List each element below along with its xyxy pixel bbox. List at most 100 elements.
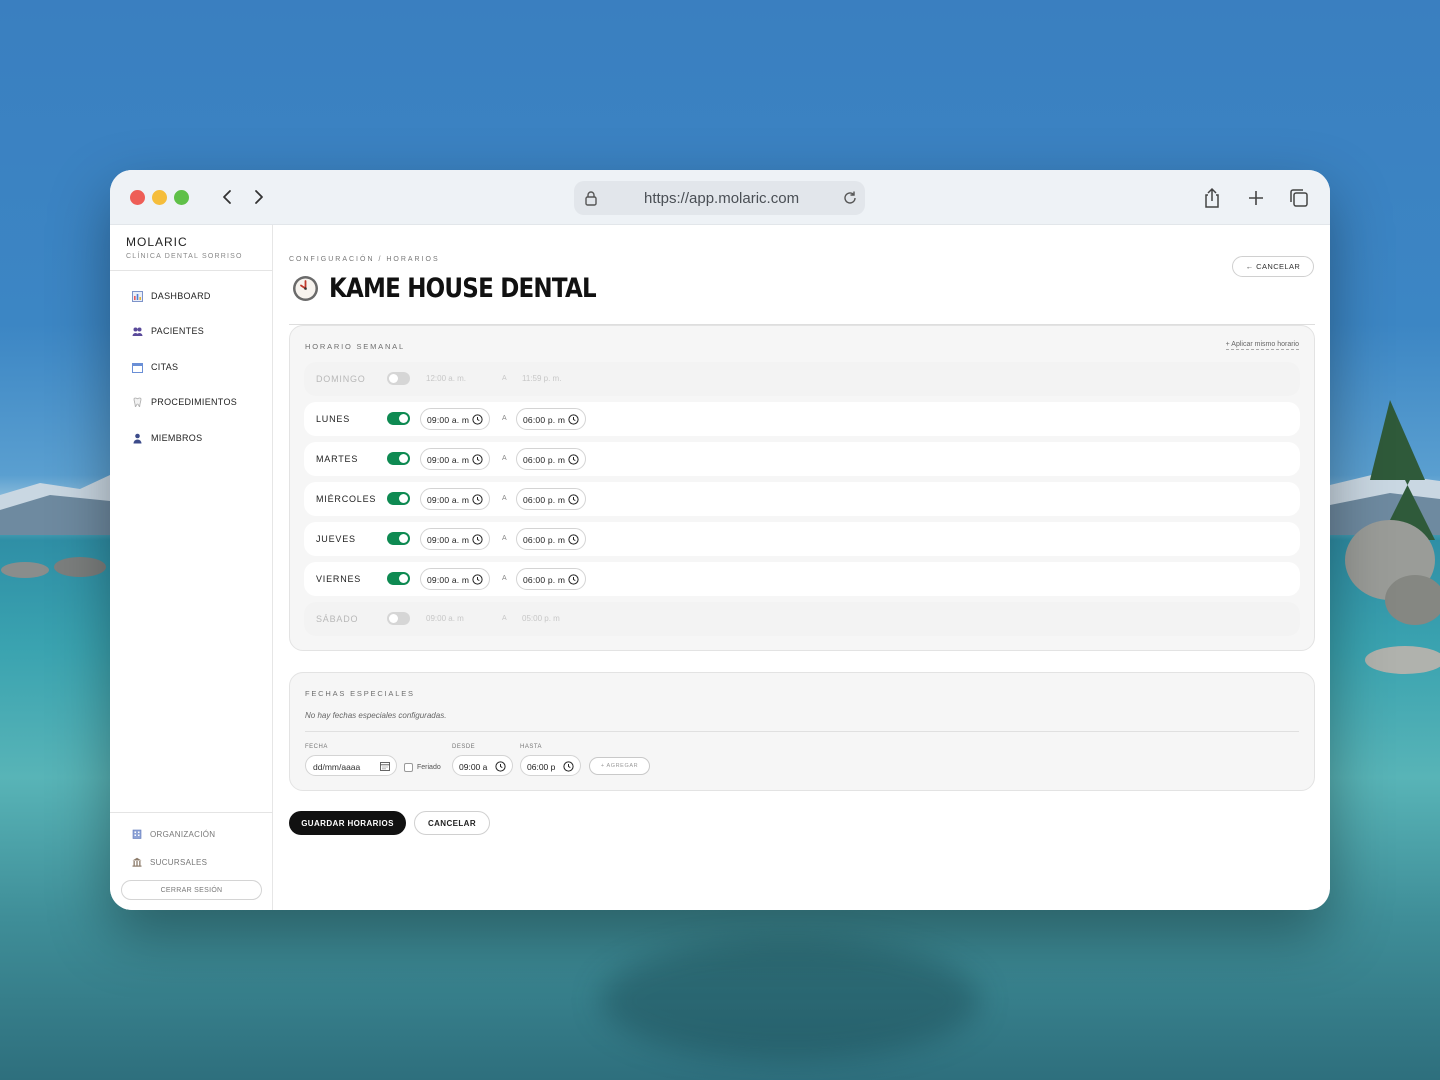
time-separator: A xyxy=(502,415,507,422)
back-button[interactable] xyxy=(216,186,238,208)
end-time-input[interactable]: 06:00 p. m xyxy=(516,488,586,510)
day-toggle-lunes[interactable] xyxy=(387,412,410,425)
clock-icon xyxy=(568,494,579,505)
minimize-window-button[interactable] xyxy=(152,190,167,205)
divider xyxy=(110,812,273,813)
special-dates-card: FECHAS ESPECIALES No hay fechas especial… xyxy=(289,672,1315,791)
start-time-input[interactable]: 09:00 a. m xyxy=(420,568,490,590)
time-separator: A xyxy=(502,455,507,462)
start-time-input[interactable]: 09:00 a. m xyxy=(420,448,490,470)
from-time-value: 09:00 a xyxy=(459,762,488,772)
sidebar-item-pacientes[interactable]: PACIENTES xyxy=(132,323,204,339)
start-time-input[interactable]: 09:00 a. m xyxy=(420,488,490,510)
day-toggle-sabado[interactable] xyxy=(387,612,410,625)
to-time-input[interactable]: 06:00 p xyxy=(520,755,581,776)
chevron-left-icon xyxy=(223,190,231,204)
holiday-checkbox[interactable]: Feriado xyxy=(404,763,441,772)
end-time-input[interactable]: 06:00 p. m xyxy=(516,448,586,470)
share-icon[interactable] xyxy=(1200,186,1224,210)
end-time-input[interactable]: 06:00 p. m xyxy=(516,408,586,430)
calendar-icon xyxy=(132,362,143,373)
tooth-icon xyxy=(133,397,142,407)
date-input[interactable]: dd/mm/aaaa xyxy=(305,755,397,776)
save-schedule-button[interactable]: GUARDAR HORARIOS xyxy=(289,811,406,835)
clock-icon xyxy=(472,414,483,425)
to-time-value: 06:00 p xyxy=(527,762,556,772)
end-time-input[interactable]: 06:00 p. m xyxy=(516,568,586,590)
sidebar-item-dashboard[interactable]: DASHBOARD xyxy=(132,288,211,304)
end-time-value: 06:00 p. m xyxy=(523,455,566,465)
chart-icon xyxy=(132,290,143,302)
forward-button[interactable] xyxy=(248,186,270,208)
sidebar-item-citas[interactable]: CITAS xyxy=(132,359,178,375)
sidebar-item-organizacion[interactable]: ORGANIZACIÓN xyxy=(132,827,215,841)
sidebar-item-label: MIEMBROS xyxy=(151,433,203,443)
end-time-value: 06:00 p. m xyxy=(523,535,566,545)
browser-toolbar: https://app.molaric.com xyxy=(110,170,1330,225)
close-window-button[interactable] xyxy=(130,190,145,205)
main-content: CONFIGURACIÓN / HORARIOS KAME HOUSE DENT… xyxy=(274,225,1330,910)
date-label: FECHA xyxy=(305,744,328,750)
day-row-viernes: VIERNES 09:00 a. m A 06:00 p. m xyxy=(304,562,1300,596)
breadcrumb: CONFIGURACIÓN / HORARIOS xyxy=(289,256,440,263)
clock-icon xyxy=(495,761,506,772)
day-row-lunes: LUNES 09:00 a. m A 06:00 p. m xyxy=(304,402,1300,436)
divider xyxy=(305,731,1299,732)
start-time-input[interactable]: 09:00 a. m xyxy=(420,528,490,550)
time-separator: A xyxy=(502,495,507,502)
cancel-top-button[interactable]: ← CANCELAR xyxy=(1232,256,1314,277)
apply-same-schedule-link[interactable]: + Aplicar mismo horario xyxy=(1225,341,1299,350)
clinic-name: CLÍNICA DENTAL SORRISO xyxy=(126,253,243,260)
start-time-disabled: 12:00 a. m. xyxy=(426,374,467,383)
clock-icon xyxy=(472,454,483,465)
end-time-input[interactable]: 06:00 p. m xyxy=(516,528,586,550)
new-tab-icon[interactable] xyxy=(1244,186,1268,210)
day-toggle-viernes[interactable] xyxy=(387,572,410,585)
background-rocks xyxy=(1,557,106,578)
sidebar-item-label: ORGANIZACIÓN xyxy=(150,829,216,839)
users-icon xyxy=(132,327,143,336)
day-toggle-jueves[interactable] xyxy=(387,532,410,545)
page-title: KAME HOUSE DENTAL xyxy=(329,273,597,304)
start-time-value: 09:00 a. m xyxy=(427,535,470,545)
special-dates-title: FECHAS ESPECIALES xyxy=(305,689,415,698)
tabs-overview-icon[interactable] xyxy=(1287,186,1311,210)
user-icon xyxy=(133,433,142,443)
clock-icon xyxy=(472,534,483,545)
clock-icon xyxy=(472,574,483,585)
logout-button[interactable]: CERRAR SESIÓN xyxy=(121,880,262,900)
clock-icon xyxy=(568,534,579,545)
reload-icon[interactable] xyxy=(841,189,859,207)
empty-state-text: No hay fechas especiales configuradas. xyxy=(305,711,447,720)
clock-icon xyxy=(568,414,579,425)
end-time-value: 06:00 p. m xyxy=(523,415,566,425)
maximize-window-button[interactable] xyxy=(174,190,189,205)
day-toggle-martes[interactable] xyxy=(387,452,410,465)
holiday-label: Feriado xyxy=(417,764,441,771)
from-time-input[interactable]: 09:00 a xyxy=(452,755,513,776)
sidebar-item-procedimientos[interactable]: PROCEDIMIENTOS xyxy=(132,394,237,410)
cancel-button[interactable]: CANCELAR xyxy=(414,811,490,835)
end-time-value: 06:00 p. m xyxy=(523,495,566,505)
start-time-input[interactable]: 09:00 a. m xyxy=(420,408,490,430)
end-time-disabled: 11:59 p. m. xyxy=(522,374,562,383)
start-time-disabled: 09:00 a. m xyxy=(426,614,464,623)
sidebar-item-label: SUCURSALES xyxy=(150,857,208,867)
day-toggle-domingo[interactable] xyxy=(387,372,410,385)
lock-icon xyxy=(585,191,597,206)
checkbox-box[interactable] xyxy=(404,763,413,772)
address-bar[interactable]: https://app.molaric.com xyxy=(574,181,865,215)
building-icon xyxy=(132,829,142,839)
sidebar-item-label: PACIENTES xyxy=(151,326,205,336)
day-label: DOMINGO xyxy=(316,374,366,384)
brand-name: MOLARIC xyxy=(126,235,188,249)
day-toggle-miercoles[interactable] xyxy=(387,492,410,505)
sidebar-item-label: DASHBOARD xyxy=(151,291,211,301)
day-row-sabado: SÁBADO 09:00 a. m A 05:00 p. m xyxy=(304,602,1300,636)
background-tree-rocks xyxy=(1345,400,1440,674)
sidebar-item-miembros[interactable]: MIEMBROS xyxy=(132,430,202,446)
sidebar-item-sucursales[interactable]: SUCURSALES xyxy=(132,855,207,869)
time-separator: A xyxy=(502,615,507,622)
add-special-date-button[interactable]: + AGREGAR xyxy=(589,757,650,775)
day-row-miercoles: MIÉRCOLES 09:00 a. m A 06:00 p. m xyxy=(304,482,1300,516)
